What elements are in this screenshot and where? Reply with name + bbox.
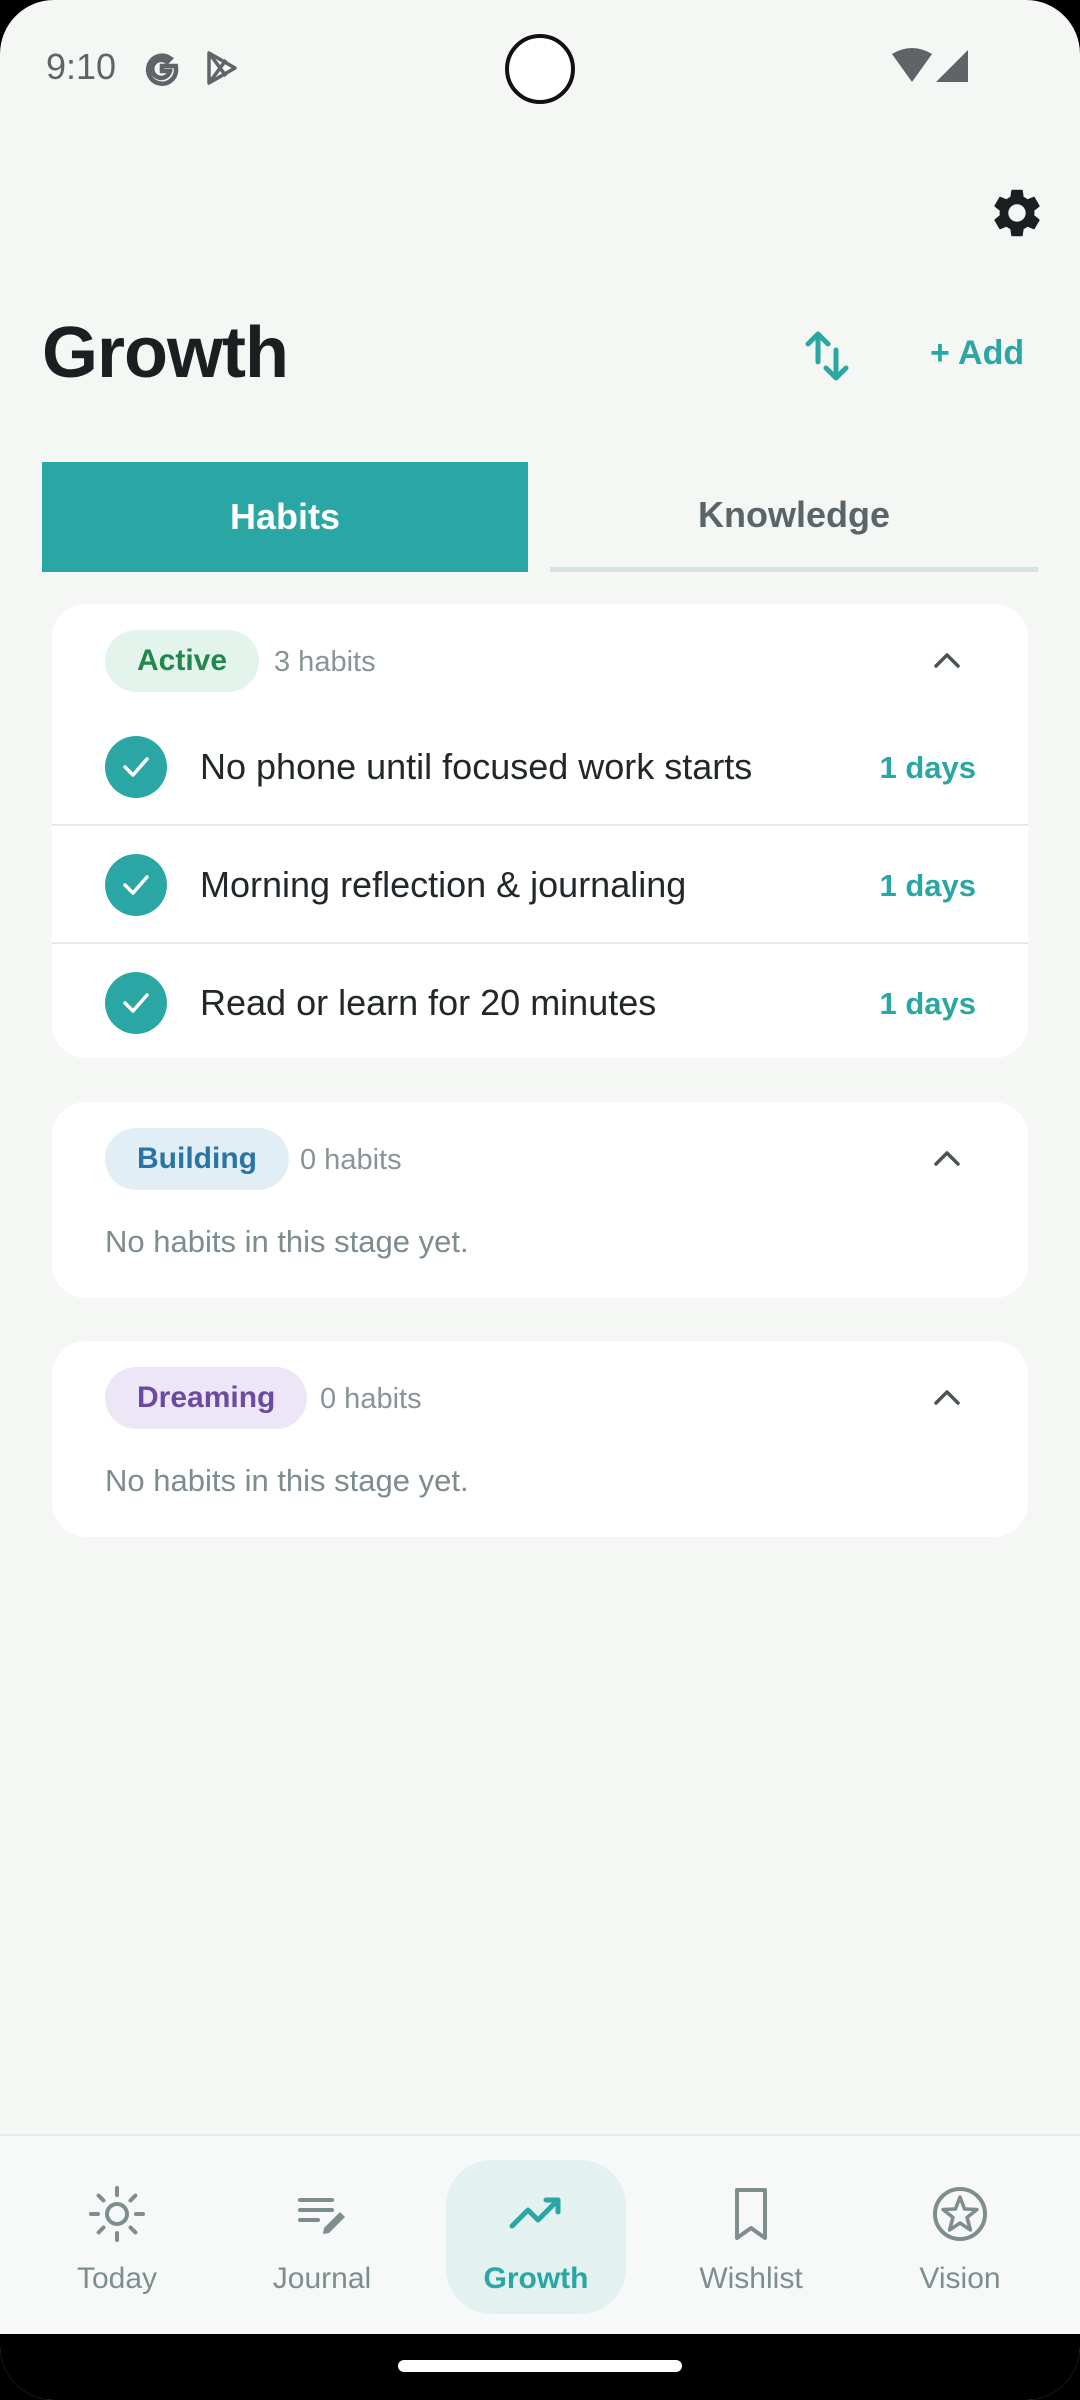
star-circle-icon bbox=[933, 2187, 987, 2241]
status-time: 9:10 bbox=[46, 46, 117, 87]
habit-streak: 1 days bbox=[879, 750, 976, 785]
chevron-up-icon[interactable] bbox=[930, 1381, 964, 1415]
play-store-icon bbox=[207, 51, 237, 85]
habit-streak: 1 days bbox=[879, 868, 976, 903]
nav-label: Today bbox=[76, 2262, 158, 2295]
empty-state-text: No habits in this stage yet. bbox=[105, 1224, 469, 1259]
habit-name: Read or learn for 20 minutes bbox=[200, 982, 657, 1023]
tab-habits[interactable]: Habits bbox=[42, 462, 528, 572]
gesture-bar bbox=[0, 2334, 1080, 2400]
app-screen: 9:10 Growth + Add Habits Knowledge Activ… bbox=[0, 0, 1080, 2400]
nav-item-growth[interactable]: Growth bbox=[446, 2160, 626, 2314]
stage-badge-building: Building bbox=[105, 1128, 289, 1190]
wifi-icon bbox=[892, 48, 932, 82]
sort-button[interactable] bbox=[800, 326, 856, 386]
nav-item-journal[interactable]: Journal bbox=[262, 2160, 382, 2314]
habit-name: Morning reflection & journaling bbox=[200, 864, 687, 905]
home-indicator[interactable] bbox=[398, 2360, 682, 2372]
habit-row[interactable]: No phone until focused work starts 1 day… bbox=[52, 708, 1028, 826]
nav-item-vision[interactable]: Vision bbox=[898, 2160, 1022, 2314]
habit-name: No phone until focused work starts bbox=[200, 746, 753, 787]
trending-up-icon bbox=[509, 2197, 561, 2229]
check-icon bbox=[123, 875, 149, 895]
stage-card-dreaming: Dreaming 0 habits No habits in this stag… bbox=[52, 1341, 1028, 1537]
nav-item-wishlist[interactable]: Wishlist bbox=[690, 2160, 812, 2314]
sun-icon bbox=[89, 2186, 145, 2242]
nav-label: Wishlist bbox=[699, 2262, 803, 2295]
stage-badge-active: Active bbox=[105, 630, 260, 692]
habit-count: 0 habits bbox=[320, 1383, 422, 1415]
stage-card-building: Building 0 habits No habits in this stag… bbox=[52, 1102, 1028, 1298]
chevron-up-icon[interactable] bbox=[930, 644, 964, 678]
swap-vertical-icon bbox=[805, 331, 849, 381]
habit-checkbox[interactable] bbox=[105, 736, 167, 798]
signal-icon bbox=[936, 50, 968, 82]
check-icon bbox=[123, 993, 149, 1013]
bookmark-icon bbox=[735, 2188, 767, 2240]
camera-cutout bbox=[505, 34, 575, 104]
google-icon bbox=[145, 53, 179, 86]
habit-row[interactable]: Read or learn for 20 minutes 1 days bbox=[52, 944, 1028, 1062]
gear-icon bbox=[994, 189, 1040, 237]
habit-checkbox[interactable] bbox=[105, 972, 167, 1034]
nav-item-today[interactable]: Today bbox=[54, 2160, 180, 2314]
stage-badge-dreaming: Dreaming bbox=[105, 1367, 308, 1429]
tab-knowledge[interactable]: Knowledge bbox=[550, 462, 1038, 572]
check-icon bbox=[123, 757, 149, 777]
add-button[interactable]: + Add bbox=[930, 334, 1024, 373]
nav-label: Journal bbox=[272, 2262, 372, 2295]
chevron-up-icon[interactable] bbox=[930, 1142, 964, 1176]
empty-state-text: No habits in this stage yet. bbox=[105, 1463, 469, 1498]
bottom-navigation: Today Journal Growth Wishlist Vision bbox=[0, 2134, 1080, 2334]
status-bar: 9:10 bbox=[0, 0, 1080, 140]
nav-label: Growth bbox=[483, 2262, 589, 2295]
habit-row[interactable]: Morning reflection & journaling 1 days bbox=[52, 826, 1028, 944]
habit-checkbox[interactable] bbox=[105, 854, 167, 916]
habit-count: 3 habits bbox=[274, 646, 376, 678]
habit-streak: 1 days bbox=[879, 986, 976, 1021]
habit-count: 0 habits bbox=[300, 1144, 402, 1176]
stage-card-active: Active 3 habits No phone until focused w… bbox=[52, 604, 1028, 1058]
journal-edit-icon bbox=[298, 2198, 345, 2234]
nav-label: Vision bbox=[919, 2262, 1001, 2295]
settings-button[interactable] bbox=[984, 180, 1050, 246]
page-title: Growth bbox=[42, 313, 289, 393]
